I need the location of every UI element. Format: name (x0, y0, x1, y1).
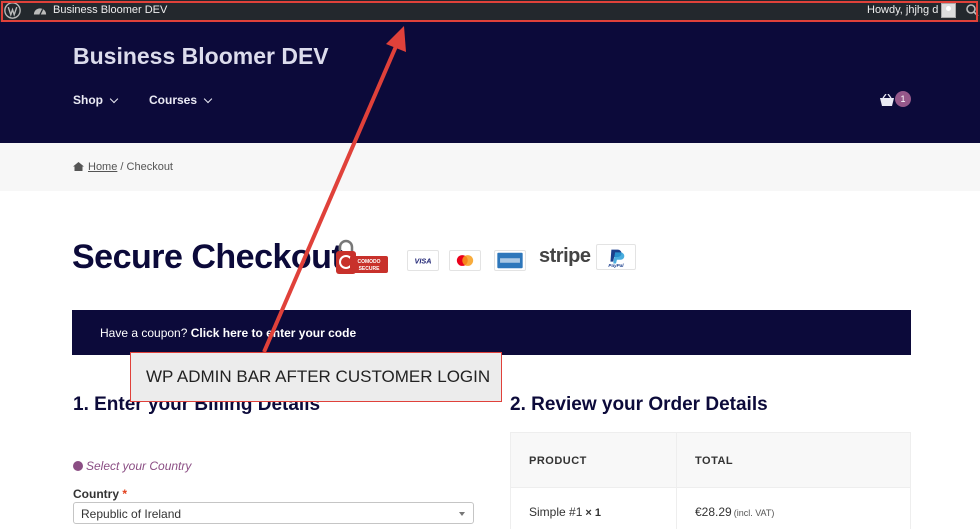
coupon-link[interactable]: Click here to enter your code (191, 326, 356, 340)
product-name: Simple #1 (529, 505, 583, 519)
coupon-notice: Have a coupon? Click here to enter your … (72, 310, 911, 355)
table-row: Simple #1 × 1 €28.29 (incl. VAT) (510, 488, 911, 529)
site-header: Business Bloomer DEV Shop Courses 1 (0, 22, 980, 143)
dropdown-arrow-icon (459, 512, 465, 516)
breadcrumb-current: Checkout (126, 161, 173, 173)
nav-item-shop[interactable]: Shop (73, 93, 119, 107)
total-cell: €28.29 (incl. VAT) (695, 505, 774, 519)
admin-bar-highlight-box (1, 1, 978, 22)
basket-icon[interactable] (880, 94, 894, 106)
coupon-text: Have a coupon? Click here to enter your … (100, 326, 356, 340)
nav-item-label: Courses (149, 93, 198, 107)
page-title: Secure Checkout (72, 238, 343, 276)
review-heading: 2. Review your Order Details (510, 394, 768, 415)
paypal-text: PayPal (608, 263, 624, 268)
nav-item-courses[interactable]: Courses (149, 93, 213, 107)
home-icon (73, 162, 84, 171)
secure-text: SECURE (359, 266, 381, 272)
mastercard-icon (449, 250, 481, 271)
order-review-table: PRODUCT TOTAL Simple #1 × 1 €28.29 (incl. … (510, 432, 911, 529)
country-select[interactable]: Republic of Ireland (73, 502, 474, 524)
annotation-callout-text: WP ADMIN BAR AFTER CUSTOMER LOGIN (146, 367, 491, 386)
chevron-down-icon (109, 94, 119, 104)
nav-item-label: Shop (73, 93, 103, 107)
select-country-note: Select your Country (73, 459, 191, 473)
breadcrumb: Home / Checkout (73, 161, 173, 173)
breadcrumb-bar: Home / Checkout (0, 143, 980, 191)
visa-card-icon: VISA (407, 250, 439, 271)
site-title[interactable]: Business Bloomer DEV (73, 43, 329, 70)
table-header-row: PRODUCT TOTAL (510, 432, 911, 488)
tax-note: (incl. VAT) (733, 508, 775, 518)
cart-count-badge[interactable]: 1 (895, 91, 911, 107)
breadcrumb-home-link[interactable]: Home (88, 161, 117, 173)
country-label: Country * (73, 487, 127, 501)
visa-text: VISA (415, 257, 432, 266)
country-label-text: Country (73, 487, 119, 501)
required-mark: * (122, 487, 128, 501)
product-quantity: × 1 (585, 507, 601, 519)
breadcrumb-separator: / (117, 161, 127, 173)
line-total: €28.29 (695, 505, 732, 519)
paypal-logo-icon: PayPal (596, 244, 636, 270)
comodo-secure-lock-icon: COMODO SECURE (336, 239, 388, 274)
stripe-logo: stripe (539, 245, 591, 267)
amex-card-icon (494, 250, 526, 271)
country-select-value: Republic of Ireland (81, 507, 182, 521)
annotation-callout: WP ADMIN BAR AFTER CUSTOMER LOGIN (130, 352, 502, 402)
coupon-prompt: Have a coupon? (100, 326, 188, 340)
comodo-text: COMODO (357, 259, 380, 265)
select-country-text: Select your Country (86, 459, 192, 473)
chevron-down-icon (203, 94, 213, 104)
product-cell: Simple #1 × 1 (529, 505, 601, 519)
column-header-product: PRODUCT (529, 455, 587, 467)
column-header-total: TOTAL (695, 455, 734, 467)
globe-icon (73, 461, 83, 471)
